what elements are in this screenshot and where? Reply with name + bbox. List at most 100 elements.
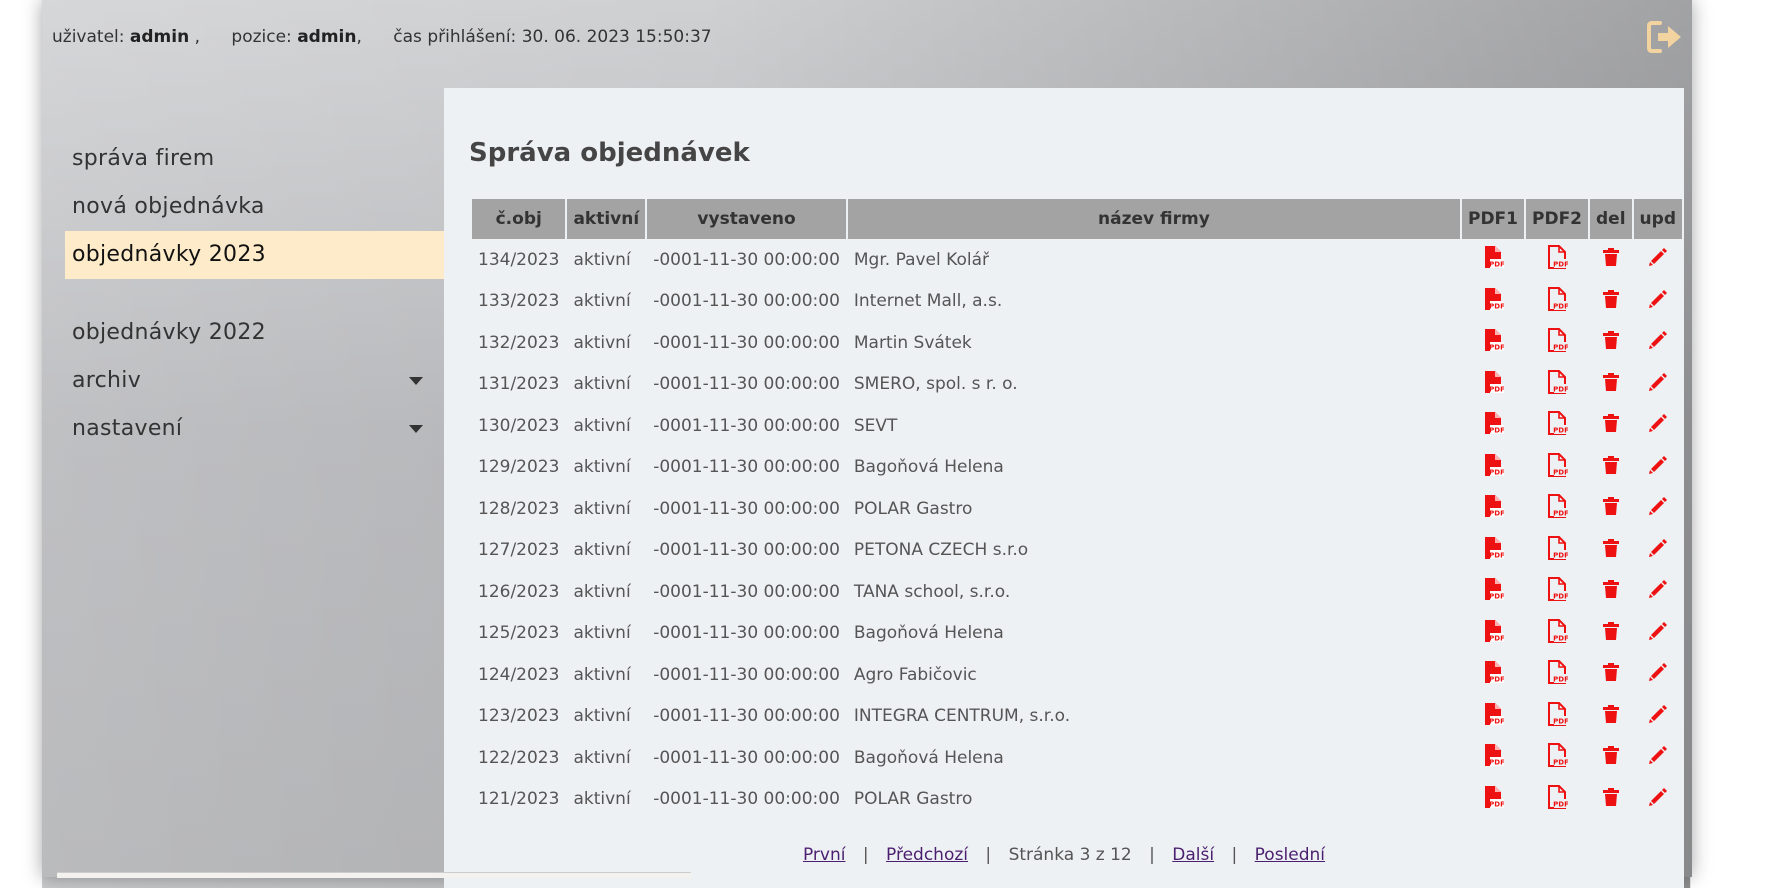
trash-icon[interactable] <box>1602 372 1620 397</box>
svg-text:PDF: PDF <box>1489 551 1504 559</box>
table-row[interactable]: 131/2023 aktivní -0001-11-30 00:00:00 SMERO… <box>472 364 1682 406</box>
pdf-file-outline-icon[interactable]: PDF <box>1546 245 1569 274</box>
table-row[interactable]: 129/2023 aktivní -0001-11-30 00:00:00 Bagoň… <box>472 447 1682 489</box>
table-row[interactable]: 132/2023 aktivní -0001-11-30 00:00:00 Marti… <box>472 322 1682 364</box>
pdf-file-icon[interactable]: PDF <box>1482 411 1505 440</box>
column-header-company-name[interactable]: název firmy <box>847 199 1460 239</box>
pdf-file-outline-icon[interactable]: PDF <box>1546 784 1569 814</box>
pdf-file-icon[interactable]: PDF <box>1482 287 1505 316</box>
pagination-first-link[interactable]: První <box>803 845 846 865</box>
pdf2-cell: PDF <box>1526 488 1588 530</box>
pencil-icon[interactable] <box>1648 787 1668 812</box>
pagination-separator: | <box>985 845 992 865</box>
sidebar-item-orders-2022[interactable]: objednávky 2022 <box>65 309 445 357</box>
table-row[interactable]: 126/2023 aktivní -0001-11-30 00:00:00 TANA … <box>472 571 1682 613</box>
sidebar-item-orders-2023[interactable]: objednávky 2023 <box>65 231 445 279</box>
pdf-file-icon[interactable]: PDF <box>1482 494 1505 523</box>
pencil-icon[interactable] <box>1648 247 1668 272</box>
column-header-active[interactable]: aktivní <box>567 199 646 239</box>
pdf-file-icon[interactable]: PDF <box>1482 743 1505 772</box>
pdf-file-outline-icon[interactable]: PDF <box>1546 701 1569 731</box>
pdf-file-outline-icon[interactable]: PDF <box>1546 577 1569 606</box>
company-name-cell: PETONA CZECH s.r.o <box>853 540 1029 561</box>
pdf-file-outline-icon[interactable]: PDF <box>1546 328 1569 357</box>
pencil-icon[interactable] <box>1648 496 1668 521</box>
pencil-icon[interactable] <box>1648 579 1668 604</box>
sidebar-item-company-management[interactable]: správa firem <box>65 135 445 183</box>
pdf-file-outline-icon[interactable]: PDF <box>1546 286 1569 316</box>
pencil-icon[interactable] <box>1648 330 1668 355</box>
table-row[interactable]: 133/2023 aktivní -0001-11-30 00:00:00 Inter… <box>472 281 1682 323</box>
trash-icon[interactable] <box>1602 662 1620 687</box>
pencil-icon[interactable] <box>1648 621 1668 646</box>
trash-icon[interactable] <box>1602 704 1620 729</box>
pdf-file-icon[interactable]: PDF <box>1482 536 1505 565</box>
update-cell <box>1634 779 1682 821</box>
table-row[interactable]: 128/2023 aktivní -0001-11-30 00:00:00 POLAR… <box>472 488 1682 530</box>
svg-text:PDF: PDF <box>1553 800 1568 808</box>
pencil-icon[interactable] <box>1648 704 1668 729</box>
table-row[interactable]: 130/2023 aktivní -0001-11-30 00:00:00 SEVT P… <box>472 405 1682 447</box>
trash-icon[interactable] <box>1602 455 1620 480</box>
pdf-file-outline-icon[interactable]: PDF <box>1546 411 1569 440</box>
sidebar-item-new-order[interactable]: nová objednávka <box>65 183 445 231</box>
pencil-icon[interactable] <box>1648 745 1668 770</box>
trash-icon[interactable] <box>1602 330 1620 355</box>
pdf-file-outline-icon[interactable]: PDF <box>1546 743 1569 772</box>
pdf-file-outline-icon[interactable]: PDF <box>1546 660 1569 689</box>
pagination-last-link[interactable]: Poslední <box>1255 845 1325 865</box>
pdf-file-icon[interactable]: PDF <box>1482 660 1505 689</box>
trash-icon[interactable] <box>1602 413 1620 438</box>
trash-icon[interactable] <box>1602 289 1620 314</box>
delete-cell <box>1590 322 1632 364</box>
pdf-file-icon[interactable]: PDF <box>1482 619 1505 648</box>
pagination-next-link[interactable]: Další <box>1172 845 1214 865</box>
pdf-file-outline-icon[interactable]: PDF <box>1546 494 1569 523</box>
pdf-file-icon[interactable]: PDF <box>1482 453 1505 482</box>
column-header-issued[interactable]: vystaveno <box>647 199 846 239</box>
pencil-icon[interactable] <box>1648 455 1668 480</box>
pdf-file-icon[interactable]: PDF <box>1482 702 1505 731</box>
pdf-file-outline-icon[interactable]: PDF <box>1546 452 1569 482</box>
pdf-file-icon[interactable]: PDF <box>1482 245 1505 274</box>
pdf-file-outline-icon[interactable]: PDF <box>1546 369 1569 399</box>
column-header-order-number[interactable]: č.obj <box>472 199 566 239</box>
pdf-file-icon[interactable]: PDF <box>1482 577 1505 606</box>
table-row[interactable]: 127/2023 aktivní -0001-11-30 00:00:00 PETON… <box>472 530 1682 572</box>
sidebar-item-settings[interactable]: nastavení <box>65 405 445 453</box>
trash-icon[interactable] <box>1602 787 1620 812</box>
table-row[interactable]: 134/2023 aktivní -0001-11-30 00:00:00 Mgr. … <box>472 239 1682 281</box>
pdf1-cell: PDF <box>1462 571 1524 613</box>
table-row[interactable]: 122/2023 aktivní -0001-11-30 00:00:00 Bagoň… <box>472 737 1682 779</box>
pdf-file-outline-icon[interactable]: PDF <box>1546 535 1569 565</box>
trash-icon[interactable] <box>1602 745 1620 770</box>
company-name-cell: Bagoňová Helena <box>853 623 1004 644</box>
table-row[interactable]: 121/2023 aktivní -0001-11-30 00:00:00 POLAR… <box>472 779 1682 821</box>
trash-icon[interactable] <box>1602 621 1620 646</box>
pdf-file-outline-icon[interactable]: PDF <box>1546 618 1569 648</box>
pdf-file-icon[interactable]: PDF <box>1482 328 1505 357</box>
pdf-file-icon[interactable]: PDF <box>1482 785 1505 814</box>
sign-out-icon[interactable] <box>1646 20 1684 54</box>
table-row[interactable]: 123/2023 aktivní -0001-11-30 00:00:00 INTEG… <box>472 696 1682 738</box>
table-row[interactable]: 125/2023 aktivní -0001-11-30 00:00:00 Bagoň… <box>472 613 1682 655</box>
trash-icon[interactable] <box>1602 496 1620 521</box>
order-number-cell: 121/2023 <box>478 789 560 810</box>
table-row[interactable]: 124/2023 aktivní -0001-11-30 00:00:00 Agro … <box>472 654 1682 696</box>
company-name-cell: TANA school, s.r.o. <box>853 581 1011 602</box>
pencil-icon[interactable] <box>1648 289 1668 314</box>
pencil-icon[interactable] <box>1648 413 1668 438</box>
trash-icon[interactable] <box>1602 579 1620 604</box>
svg-text:PDF: PDF <box>1489 344 1504 352</box>
pencil-icon[interactable] <box>1648 662 1668 687</box>
trash-icon[interactable] <box>1602 538 1620 563</box>
horizontal-scrollbar[interactable] <box>57 872 691 878</box>
pagination-prev-link[interactable]: Předchozí <box>886 845 968 865</box>
sidebar-item-archive[interactable]: archiv <box>65 357 445 405</box>
pencil-icon[interactable] <box>1648 372 1668 397</box>
pdf-file-icon[interactable]: PDF <box>1482 370 1505 399</box>
svg-text:PDF: PDF <box>1489 385 1504 393</box>
pencil-icon[interactable] <box>1648 538 1668 563</box>
update-cell <box>1634 613 1682 655</box>
trash-icon[interactable] <box>1602 247 1620 272</box>
